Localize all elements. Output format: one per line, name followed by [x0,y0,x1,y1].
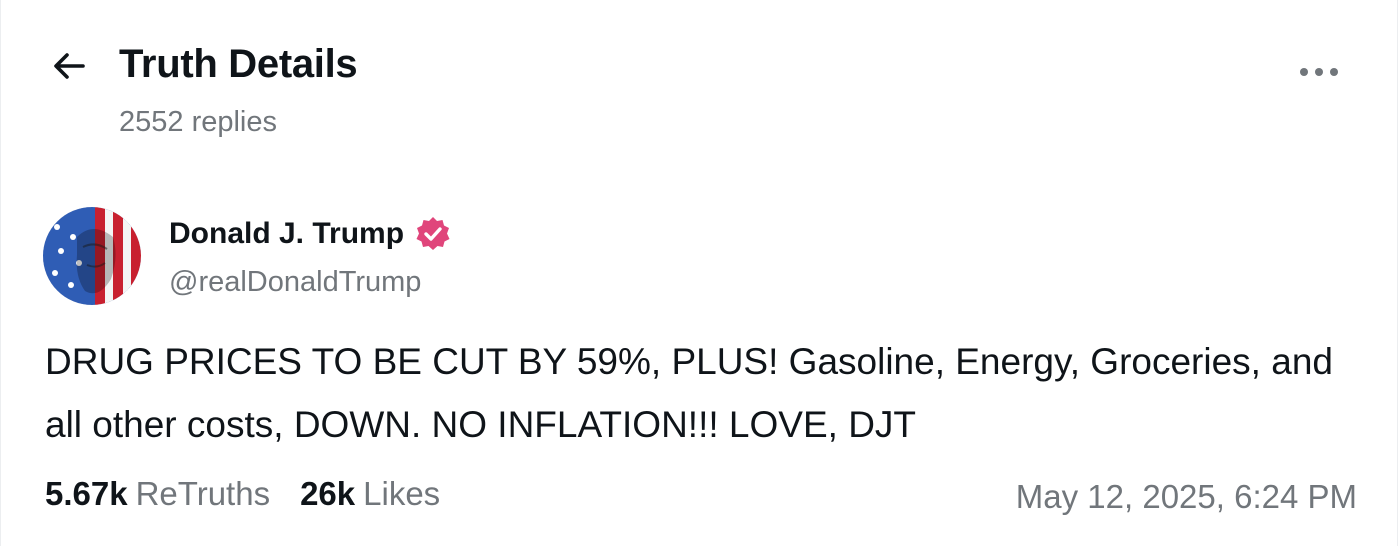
author-name-row: Donald J. Trump [169,212,452,256]
likes-label: Likes [363,475,441,512]
more-options-button[interactable] [1291,56,1347,92]
author-name[interactable]: Donald J. Trump [169,217,404,251]
replies-count: 2552 replies [119,106,277,138]
truth-details-page: Truth Details 2552 replies Donald J. Tru… [0,0,1398,546]
verified-badge-icon [414,215,452,253]
page-title: Truth Details [119,42,358,86]
author-handle[interactable]: @realDonaldTrump [169,266,421,299]
retruths-count: 5.67k [45,475,128,512]
retruths-label: ReTruths [135,475,271,512]
post-timestamp: May 12, 2025, 6:24 PM [1015,478,1357,515]
avatar[interactable] [43,207,141,305]
more-horizontal-icon [1297,65,1341,84]
arrow-left-icon [49,46,89,91]
back-button[interactable] [45,44,93,92]
page-header: Truth Details 2552 replies [1,0,1397,160]
likes-count: 26k [300,475,356,512]
post-text: DRUG PRICES TO BE CUT BY 59%, PLUS! Gaso… [45,341,1333,445]
likes-stat[interactable]: 26k Likes [300,475,440,513]
retruths-stat[interactable]: 5.67k ReTruths [45,475,270,513]
post-stats: 5.67k ReTruths 26k Likes [45,475,470,525]
